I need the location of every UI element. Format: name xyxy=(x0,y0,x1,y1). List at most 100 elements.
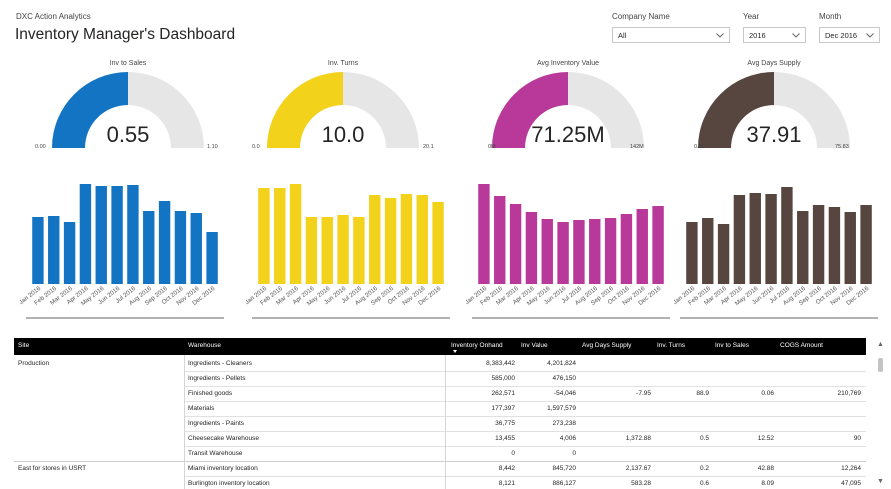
table-row[interactable]: Ingredients - Pellets 585,000 476,150 xyxy=(14,371,866,386)
bar-jun-2016[interactable] xyxy=(765,194,777,284)
bar-feb-2016[interactable] xyxy=(702,218,714,284)
gauge-inv-turns[interactable]: Inv. Turns 10.0 0.0 20.1 xyxy=(243,58,443,168)
bar-oct-2016[interactable] xyxy=(828,207,841,284)
gauge-avg-days-supply[interactable]: Avg Days Supply 37.91 0.00 75.83 xyxy=(674,58,874,168)
bar-nov-2016[interactable] xyxy=(844,212,856,284)
year-dropdown[interactable]: 2016 xyxy=(743,27,806,43)
bar-jul-2016[interactable] xyxy=(127,185,139,284)
bar-feb-2016[interactable] xyxy=(494,196,506,284)
bar-sep-2016[interactable] xyxy=(812,205,825,284)
gauge-value: 0.55 xyxy=(106,122,150,147)
bar-apr-2016[interactable] xyxy=(733,195,746,284)
bar-mar-2016[interactable] xyxy=(509,204,522,284)
bar-nov-2016[interactable] xyxy=(636,209,648,284)
column-header-inv-to-sales[interactable]: Inv to Sales xyxy=(711,338,749,355)
chevron-down-icon xyxy=(866,33,874,38)
bar-jun-2016[interactable] xyxy=(337,215,349,284)
bar-dec-2016[interactable] xyxy=(860,205,872,284)
bar-apr-2016[interactable] xyxy=(79,184,92,284)
gauge-inv-to-sales[interactable]: Inv to Sales 0.55 0.00 1.10 xyxy=(28,58,228,168)
onhand-cell: 585,000 xyxy=(491,375,516,382)
table-row[interactable]: Ingredients - Paints 36,775 273,238 xyxy=(14,416,866,431)
bar-sep-2016[interactable] xyxy=(158,201,171,284)
bar-chart-avg-days-supply[interactable]: Jan 2016 Feb 2016 Mar 2016 Apr 2016 May 2016… xyxy=(674,170,884,320)
bar-aug-2016[interactable] xyxy=(589,219,601,284)
bar-aug-2016[interactable] xyxy=(369,195,381,284)
table-scrollbar[interactable]: ▲ ▼ xyxy=(875,338,885,489)
month-dropdown[interactable]: Dec 2016 xyxy=(819,27,880,43)
bar-nov-2016[interactable] xyxy=(190,213,202,284)
bar-jun-2016[interactable] xyxy=(557,222,569,284)
bar-jul-2016[interactable] xyxy=(573,220,585,284)
bar-may-2016[interactable] xyxy=(541,219,553,284)
table-row[interactable]: Production Ingredients - Cleaners 8,383,44… xyxy=(14,356,866,371)
bar-chart-inv-to-sales[interactable]: Jan 2016 Feb 2016 Mar 2016 Apr 2016 May 2016… xyxy=(20,170,230,320)
bar-chart-svg: Jan 2016Feb 2016Mar 2016Apr 2016May 2016… xyxy=(466,184,670,319)
bar-dec-2016[interactable] xyxy=(432,202,444,284)
table-row[interactable]: Transit Warehouse 0 0 xyxy=(14,446,866,461)
table-row[interactable]: Finished goods 262,571 -54,046 -7.95 88.9 0.0… xyxy=(14,386,866,401)
bar-jan-2016[interactable] xyxy=(258,188,270,284)
avg-days-cell: 2,137.67 xyxy=(625,465,651,472)
column-header-inv-turns[interactable]: Inv. Turns xyxy=(653,338,685,355)
bar-mar-2016[interactable] xyxy=(717,224,730,284)
inv-value-cell: 4,201,824 xyxy=(547,360,576,367)
bar-mar-2016[interactable] xyxy=(289,184,302,284)
bar-jul-2016[interactable] xyxy=(353,217,365,284)
bar-oct-2016[interactable] xyxy=(620,214,633,284)
bar-may-2016[interactable] xyxy=(321,217,333,284)
bar-jan-2016[interactable] xyxy=(32,217,44,284)
bar-jan-2016[interactable] xyxy=(478,184,490,284)
month-dropdown-value: Dec 2016 xyxy=(825,31,858,40)
column-header-inventory-onhand[interactable]: Inventory Onhand xyxy=(447,338,503,355)
bar-aug-2016[interactable] xyxy=(797,211,809,284)
site-cell xyxy=(18,416,178,431)
bar-apr-2016[interactable] xyxy=(525,212,538,284)
column-header-label: Inventory Onhand xyxy=(451,342,503,349)
column-header-site[interactable]: Site xyxy=(14,338,29,355)
bar-apr-2016[interactable] xyxy=(305,217,318,284)
bar-jun-2016[interactable] xyxy=(111,186,123,284)
bar-sep-2016[interactable] xyxy=(604,218,617,284)
scroll-down-icon[interactable]: ▼ xyxy=(877,478,884,485)
bar-mar-2016[interactable] xyxy=(63,222,76,284)
gauge-min: 0.00 xyxy=(694,144,705,150)
bar-may-2016[interactable] xyxy=(95,186,107,284)
avg-days-cell xyxy=(578,446,651,461)
column-header-inv-value[interactable]: Inv Value xyxy=(517,338,548,355)
bar-feb-2016[interactable] xyxy=(48,216,60,284)
bar-chart-avg-inventory-value[interactable]: Jan 2016 Feb 2016 Mar 2016 Apr 2016 May 2016… xyxy=(466,170,676,320)
bar-jul-2016[interactable] xyxy=(781,187,793,284)
table-row[interactable]: Burlington inventory location 8,121 886,12… xyxy=(14,476,866,489)
column-header-warehouse[interactable]: Warehouse xyxy=(184,338,221,355)
bar-dec-2016[interactable] xyxy=(652,206,664,284)
bar-chart-inv-turns[interactable]: Jan 2016 Feb 2016 Mar 2016 Apr 2016 May 2016… xyxy=(246,170,456,320)
bar-dec-2016[interactable] xyxy=(206,232,218,284)
bar-jan-2016[interactable] xyxy=(686,222,698,284)
warehouse-cell: Ingredients - Cleaners xyxy=(188,360,252,367)
onhand-cell: 8,121 xyxy=(498,480,515,487)
inv-to-sales-cell: 42.88 xyxy=(757,465,774,472)
chevron-down-icon xyxy=(792,33,800,38)
bar-oct-2016[interactable] xyxy=(400,194,413,284)
column-header-cogs-amount[interactable]: COGS Amount xyxy=(776,338,823,355)
column-header-avg-days-supply[interactable]: Avg Days Supply xyxy=(578,338,631,355)
table-row[interactable]: Cheesecake Warehouse 13,455 4,006 1,372.88 0… xyxy=(14,431,866,446)
column-divider xyxy=(184,355,185,489)
bar-nov-2016[interactable] xyxy=(416,195,428,284)
bar-may-2016[interactable] xyxy=(749,193,761,284)
inv-to-sales-cell xyxy=(711,446,774,461)
gauge-avg-inventory-value[interactable]: Avg Inventory Value 71.25M 0M 142M xyxy=(468,58,668,168)
scroll-up-icon[interactable]: ▲ xyxy=(877,341,884,348)
bar-aug-2016[interactable] xyxy=(143,211,155,284)
bar-sep-2016[interactable] xyxy=(384,198,397,284)
cogs-cell xyxy=(776,446,861,461)
company-dropdown[interactable]: All xyxy=(612,27,730,43)
bar-oct-2016[interactable] xyxy=(174,211,187,284)
scroll-thumb[interactable] xyxy=(878,358,883,372)
bar-feb-2016[interactable] xyxy=(274,188,286,284)
table-row[interactable]: East for stores in USRT Miami inventory l… xyxy=(14,461,866,476)
warehouse-cell: Ingredients - Pellets xyxy=(188,375,246,382)
inv-to-sales-cell xyxy=(711,416,774,431)
table-row[interactable]: Materials 177,397 1,597,579 xyxy=(14,401,866,416)
